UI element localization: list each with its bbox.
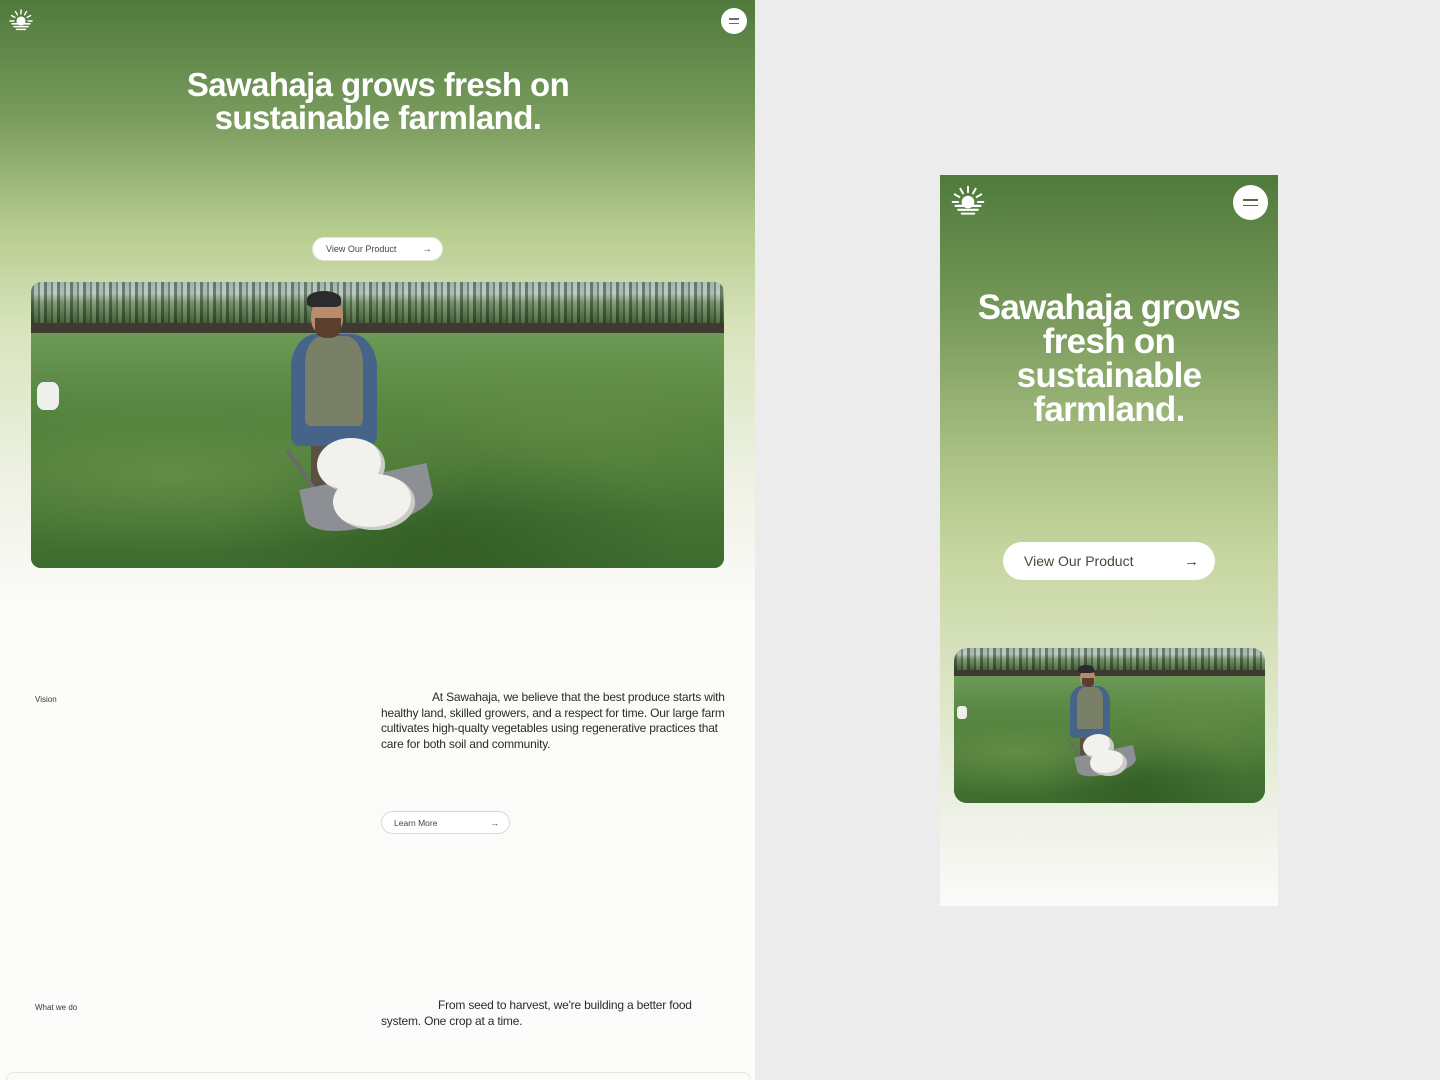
hero-image [954, 648, 1265, 803]
farmer-figure [1056, 664, 1138, 788]
field-bag [37, 382, 59, 410]
view-product-label: View Our Product [1024, 553, 1134, 569]
desktop-preview: Sawahaja grows fresh on sustainable farm… [0, 0, 755, 1080]
menu-icon-line [1243, 204, 1258, 207]
view-product-button[interactable]: View Our Product → [312, 237, 443, 261]
what-we-do-label: What we do [35, 1003, 78, 1012]
sun-logo-icon[interactable] [950, 184, 986, 220]
learn-more-button[interactable]: Learn More → [381, 811, 510, 834]
menu-icon-line [729, 18, 739, 20]
menu-button[interactable] [1233, 185, 1268, 220]
hero-title: Sawahaja grows fresh on sustainable farm… [977, 288, 1241, 429]
menu-icon-line [729, 22, 739, 24]
next-section-card [6, 1072, 751, 1080]
farmer-figure [259, 288, 439, 558]
what-we-do-text: From seed to harvest, we're building a b… [381, 998, 692, 1028]
menu-button[interactable] [721, 8, 747, 34]
hero-image [31, 282, 724, 568]
view-product-label: View Our Product [326, 244, 397, 254]
vision-text: At Sawahaja, we believe that the best pr… [381, 690, 725, 751]
arrow-right-icon: → [422, 243, 432, 255]
learn-more-label: Learn More [394, 817, 438, 828]
hero-title: Sawahaja grows fresh on sustainable farm… [186, 66, 570, 136]
vision-label: Vision [35, 695, 57, 704]
view-product-button[interactable]: View Our Product → [1003, 542, 1215, 580]
arrow-right-icon: → [1184, 552, 1199, 570]
arrow-right-icon: → [490, 817, 499, 828]
sun-logo-icon[interactable] [8, 8, 34, 34]
mobile-preview: Sawahaja grows fresh on sustainable farm… [940, 175, 1278, 906]
field-bag [957, 706, 967, 719]
menu-icon-line [1243, 198, 1258, 201]
